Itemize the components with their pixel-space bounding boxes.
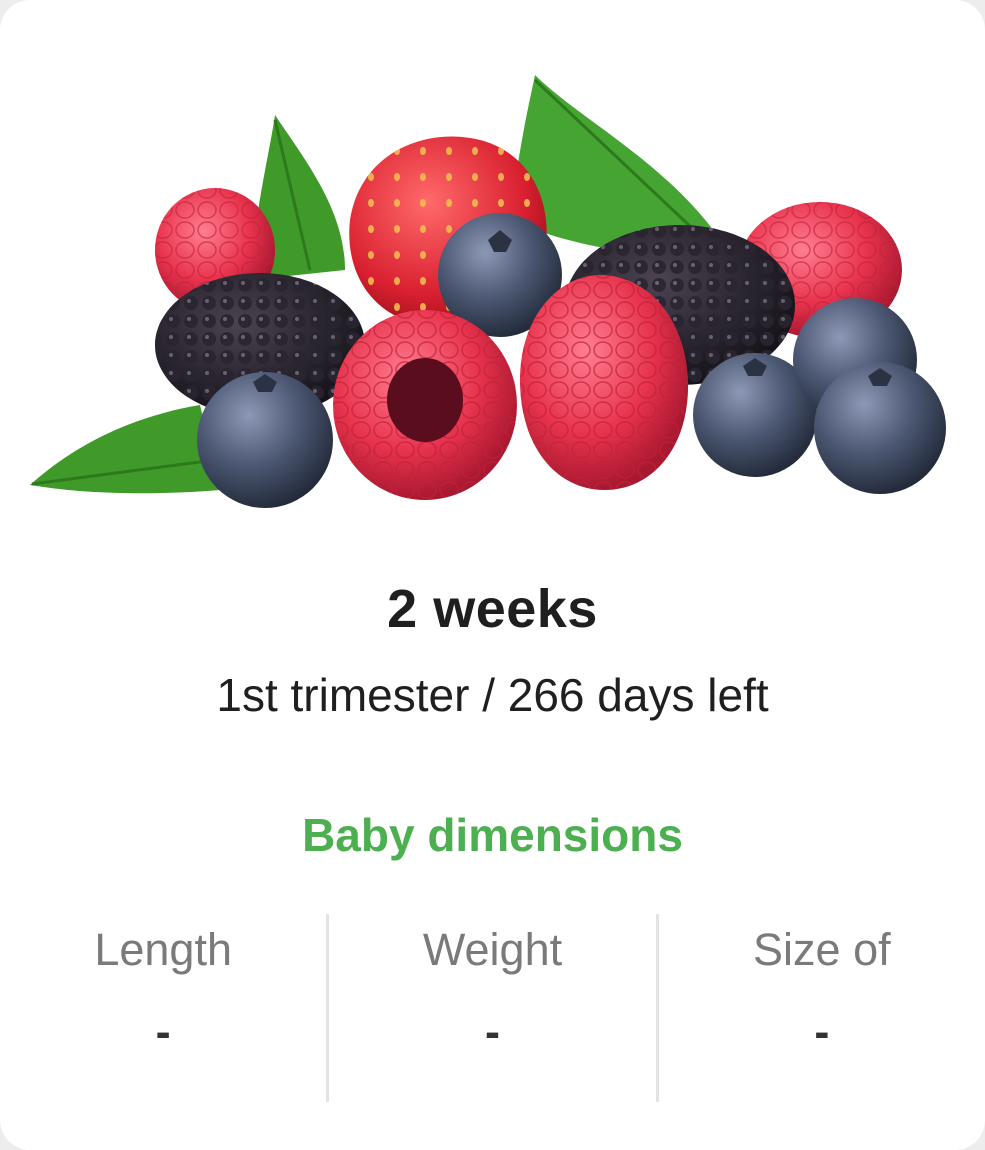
stat-weight: Weight - — [326, 914, 655, 1102]
dimensions-stats: Length - Weight - Size of - — [0, 914, 985, 1102]
stat-size-of-label: Size of — [753, 924, 891, 975]
week-title: 2 weeks — [387, 579, 598, 639]
stat-weight-label: Weight — [422, 924, 563, 975]
stat-size-of: Size of - — [655, 914, 985, 1102]
stat-weight-value: - — [484, 1006, 500, 1057]
week-card: 2 weeks 1st trimester / 266 days left Ba… — [0, 0, 985, 1150]
berries-image — [20, 60, 960, 520]
trimester-subtitle: 1st trimester / 266 days left — [216, 669, 769, 721]
stat-length: Length - — [0, 914, 326, 1102]
stat-length-label: Length — [94, 924, 232, 975]
stat-size-of-value: - — [814, 1006, 830, 1057]
baby-dimensions-title: Baby dimensions — [302, 809, 683, 861]
berries-icon — [30, 75, 946, 508]
stat-length-value: - — [155, 1006, 171, 1057]
